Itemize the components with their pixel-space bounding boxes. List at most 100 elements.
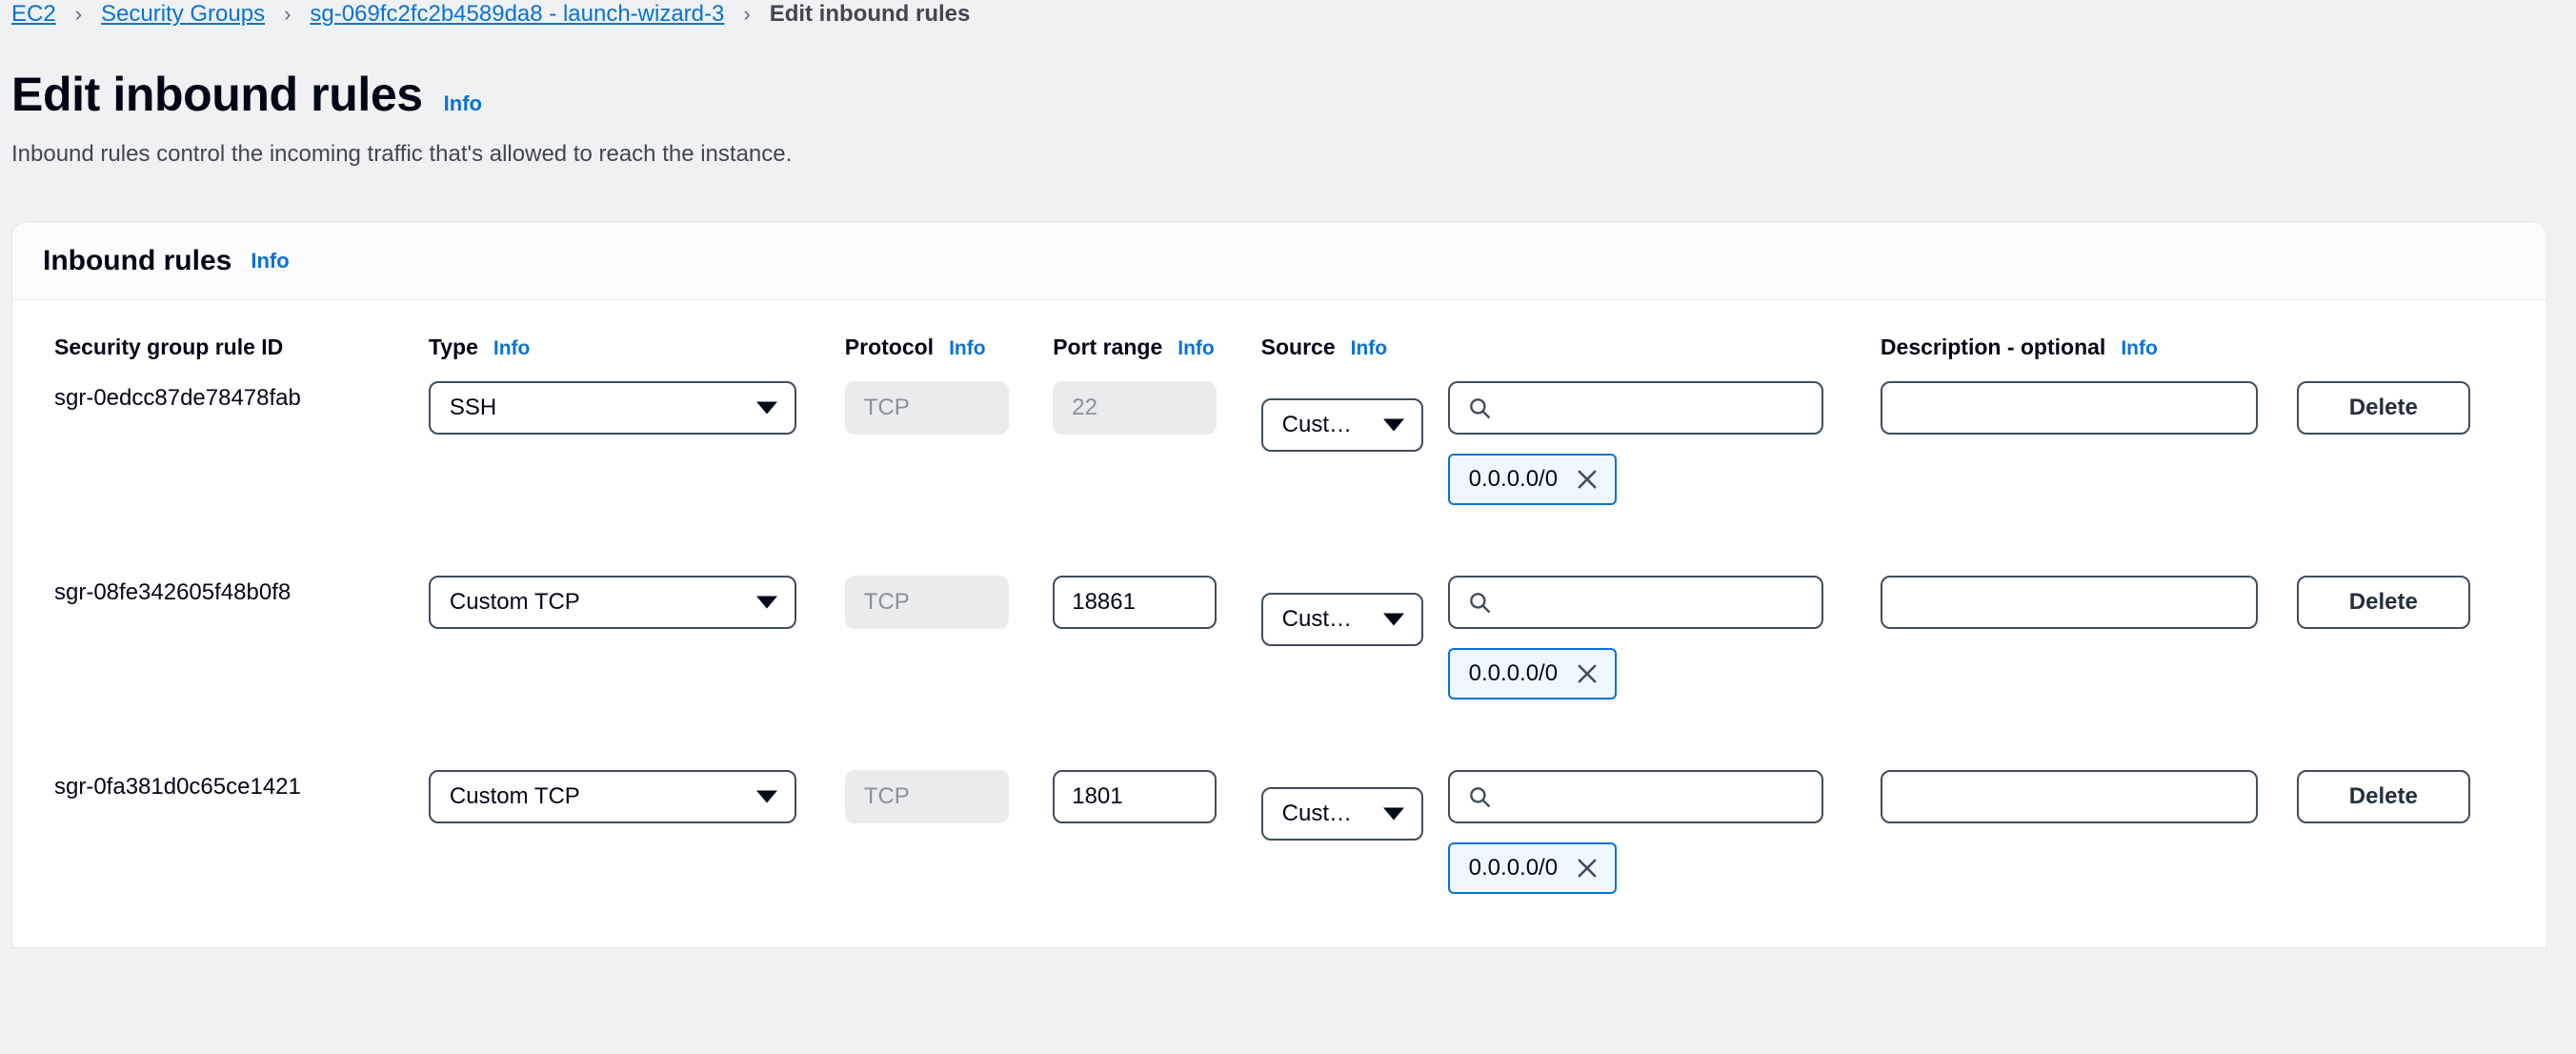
cell-rule-id: sgr-08fe342605f48b0f8 xyxy=(12,558,429,699)
cell-type: Custom TCP xyxy=(428,558,845,699)
type-info-link[interactable]: Info xyxy=(493,334,530,364)
breadcrumb-separator-icon: › xyxy=(74,2,83,26)
page-root: EC2 › Security Groups › sg-069fc2fc2b458… xyxy=(0,0,2576,1054)
remove-token-icon[interactable] xyxy=(1575,661,1600,686)
breadcrumb-item-ec2[interactable]: EC2 xyxy=(11,1,56,28)
description-input[interactable] xyxy=(1880,769,2258,823)
type-select[interactable]: SSH xyxy=(428,380,796,435)
breadcrumb-item-security-group-id[interactable]: sg-069fc2fc2b4589da8 - launch-wizard-3 xyxy=(310,1,724,28)
type-select-value: SSH xyxy=(449,394,497,420)
page-header: Edit inbound rules Info xyxy=(0,29,2576,118)
cell-protocol: TCP xyxy=(844,753,1053,894)
row-spacer xyxy=(12,699,2546,753)
source-search-input[interactable] xyxy=(1447,380,1823,435)
description-input[interactable] xyxy=(1880,380,2258,435)
type-select-value: Custom TCP xyxy=(449,588,580,615)
type-select-value: Custom TCP xyxy=(449,782,580,809)
source-token[interactable]: 0.0.0.0/0 xyxy=(1447,841,1618,894)
source-token-label: 0.0.0.0/0 xyxy=(1468,465,1559,492)
chevron-down-icon xyxy=(1382,418,1404,431)
column-header-label: Port range xyxy=(1053,334,1163,359)
cell-rule-id: sgr-0fa381d0c65ce1421 xyxy=(12,753,429,894)
cell-source: Cust… 0.0.0.0/0 xyxy=(1260,558,1881,699)
cell-source: Cust… 0.0.0.0/0 xyxy=(1260,364,1881,505)
rule-id-text: sgr-08fe342605f48b0f8 xyxy=(54,578,292,605)
search-icon xyxy=(1467,784,1492,809)
cell-protocol: TCP xyxy=(844,558,1053,699)
column-header-label: Protocol xyxy=(844,334,935,359)
port-range-value: 22 xyxy=(1072,394,1097,420)
breadcrumb-item-current: Edit inbound rules xyxy=(769,1,971,27)
row-spacer xyxy=(12,894,2546,947)
port-range-value: 18861 xyxy=(1072,588,1136,615)
cell-port-range: 1801 xyxy=(1053,753,1260,894)
port-range-field[interactable]: 1801 xyxy=(1053,769,1218,823)
port-range-field[interactable]: 18861 xyxy=(1053,575,1218,629)
source-token-label: 0.0.0.0/0 xyxy=(1468,854,1559,881)
source-search-input[interactable] xyxy=(1447,769,1823,823)
table-body: sgr-0edcc87de78478fab SSH TCP 22 Cust… 0.0.0.… xyxy=(12,364,2546,947)
source-token[interactable]: 0.0.0.0/0 xyxy=(1447,453,1618,505)
search-icon xyxy=(1467,395,1492,420)
cell-rule-id: sgr-0edcc87de78478fab xyxy=(12,364,429,505)
column-header-label: Type xyxy=(428,334,478,359)
chevron-down-icon xyxy=(755,596,777,608)
source-type-select[interactable]: Cust… xyxy=(1260,397,1423,452)
chevron-down-icon xyxy=(1382,807,1404,820)
source-type-value: Cust… xyxy=(1281,411,1353,437)
column-header-source: Source Info xyxy=(1261,300,1881,364)
delete-rule-button[interactable]: Delete xyxy=(2296,380,2470,435)
cell-actions: Delete xyxy=(2296,364,2546,505)
table-row: sgr-0fa381d0c65ce1421 Custom TCP TCP 1801 Cu… xyxy=(12,753,2546,894)
page-description: Inbound rules control the incoming traff… xyxy=(11,141,793,167)
column-header-actions xyxy=(2297,300,2546,364)
table-row: sgr-08fe342605f48b0f8 Custom TCP TCP 18861 C… xyxy=(12,558,2546,699)
page-title: Edit inbound rules xyxy=(11,68,423,121)
cell-port-range: 18861 xyxy=(1053,558,1260,699)
source-type-select[interactable]: Cust… xyxy=(1260,786,1423,841)
column-header-description: Description - optional Info xyxy=(1881,300,2297,364)
card-title: Inbound rules xyxy=(43,244,232,276)
chevron-down-icon xyxy=(755,401,777,414)
rule-id-text: sgr-0edcc87de78478fab xyxy=(54,384,301,411)
source-type-select[interactable]: Cust… xyxy=(1260,592,1423,646)
protocol-field: TCP xyxy=(844,575,1009,629)
delete-rule-button[interactable]: Delete xyxy=(2296,575,2470,629)
protocol-info-link[interactable]: Info xyxy=(949,334,985,364)
page-title-info-link[interactable]: Info xyxy=(444,91,482,116)
source-type-value: Cust… xyxy=(1281,605,1353,632)
source-token[interactable]: 0.0.0.0/0 xyxy=(1447,647,1618,699)
cell-port-range: 22 xyxy=(1053,364,1260,505)
source-info-link[interactable]: Info xyxy=(1351,334,1387,364)
source-token-label: 0.0.0.0/0 xyxy=(1468,659,1559,686)
description-info-link[interactable]: Info xyxy=(2121,334,2157,364)
table-row: sgr-0edcc87de78478fab SSH TCP 22 Cust… 0.0.0.… xyxy=(12,364,2546,505)
table-head: Security group rule ID Type Info Protoco… xyxy=(12,300,2546,364)
protocol-field: TCP xyxy=(844,769,1009,823)
protocol-field: TCP xyxy=(844,380,1009,435)
port-range-info-link[interactable]: Info xyxy=(1177,334,1214,364)
cell-type: Custom TCP xyxy=(428,753,845,894)
cell-actions: Delete xyxy=(2296,753,2546,894)
remove-token-icon[interactable] xyxy=(1575,467,1600,492)
cell-description xyxy=(1880,364,2297,505)
card-header: Inbound rules Info xyxy=(12,222,2546,300)
cell-protocol: TCP xyxy=(844,364,1053,505)
chevron-down-icon xyxy=(1382,613,1404,625)
breadcrumb: EC2 › Security Groups › sg-069fc2fc2b458… xyxy=(0,0,2576,29)
column-header-type: Type Info xyxy=(429,300,845,364)
source-search-input[interactable] xyxy=(1447,575,1823,629)
protocol-value: TCP xyxy=(863,394,910,420)
description-input[interactable] xyxy=(1880,575,2258,629)
remove-token-icon[interactable] xyxy=(1575,856,1600,881)
cell-description xyxy=(1880,558,2297,699)
port-range-field: 22 xyxy=(1053,380,1218,435)
source-type-value: Cust… xyxy=(1281,800,1353,826)
type-select[interactable]: Custom TCP xyxy=(428,769,796,823)
breadcrumb-item-security-groups[interactable]: Security Groups xyxy=(101,1,265,28)
column-header-label: Source xyxy=(1260,334,1336,359)
cell-description xyxy=(1880,753,2297,894)
delete-rule-button[interactable]: Delete xyxy=(2296,769,2470,823)
card-info-link[interactable]: Info xyxy=(251,249,289,274)
type-select[interactable]: Custom TCP xyxy=(428,575,796,629)
